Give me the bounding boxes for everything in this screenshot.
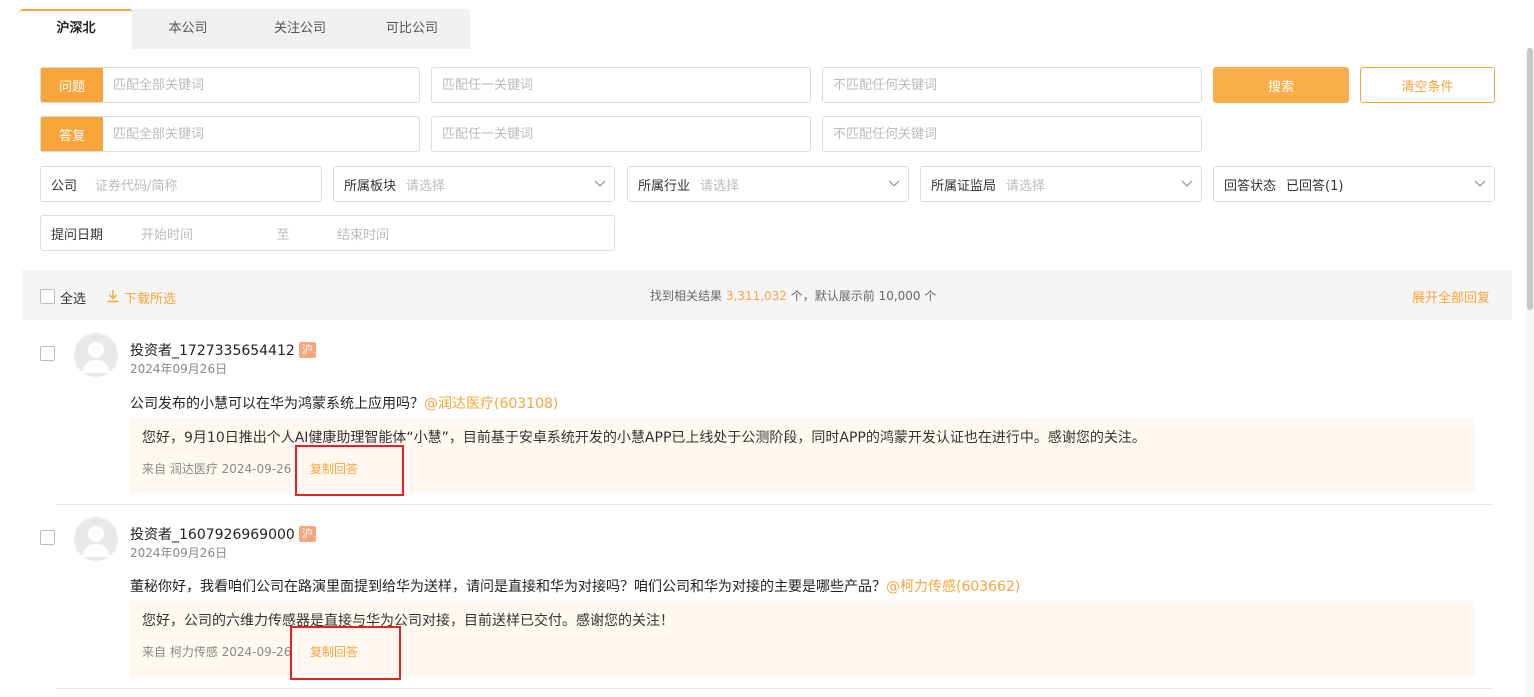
clear-conditions-button[interactable]: 清空条件 (1360, 67, 1495, 103)
question-text: 董秘你好，我看咱们公司在路演里面提到给华为送样，请问是直接和华为对接吗？咱们公司… (130, 576, 1020, 596)
download-icon (106, 289, 120, 307)
question-all-keywords-input[interactable] (103, 68, 419, 102)
chevron-down-icon (586, 180, 614, 188)
company-mention-link[interactable]: @柯力传感(603662) (886, 579, 1020, 595)
question-body: 公司发布的小慧可以在华为鸿蒙系统上应用吗？ (130, 396, 424, 412)
answer-source: 来自 柯力传感 2024-09-26 (142, 645, 292, 659)
investor-name[interactable]: 投资者_1727335654412 沪 (130, 340, 316, 360)
answer-status-select[interactable]: 回答状态 已回答(1) (1213, 166, 1495, 202)
regulator-placeholder: 请选择 (1006, 178, 1046, 194)
answer-text: 您好，公司的六维力传感器是直接与华为公司对接，目前送样已交付。感谢您的关注！ (142, 613, 674, 629)
sector-select[interactable]: 所属板块 请选择 (333, 166, 615, 202)
company-field[interactable]: 公司 证券代码/简称 (40, 166, 322, 202)
tab-own-company[interactable]: 本公司 (132, 9, 244, 49)
select-all-checkbox[interactable] (40, 289, 55, 304)
chevron-down-icon (1466, 180, 1494, 188)
result-count-suffix: 个，默认展示前 10,000 个 (790, 289, 937, 303)
answer-all-keywords-field: 答复 (40, 116, 420, 152)
date-start-input[interactable]: 开始时间 (103, 224, 233, 243)
question-exclude-keywords-input[interactable] (823, 68, 1201, 102)
question-tag: 问题 (41, 68, 103, 102)
highlight-box (290, 626, 401, 680)
market-badge: 沪 (298, 526, 316, 542)
expand-all-replies-link[interactable]: 展开全部回复 (1412, 287, 1490, 306)
answer-status-label: 回答状态 (1224, 178, 1277, 194)
result-count: 找到相关结果 3,311,032 个，默认展示前 10,000 个 (650, 287, 936, 304)
highlight-box (295, 445, 404, 496)
answer-source: 来自 润达医疗 2024-09-26 (142, 462, 292, 476)
company-label: 公司 (51, 178, 78, 194)
answer-tag: 答复 (41, 117, 103, 151)
investor-name-text: 投资者_1727335654412 (130, 343, 295, 359)
chevron-down-icon (880, 180, 908, 188)
sector-label: 所属板块 (344, 178, 397, 194)
market-badge: 沪 (298, 342, 316, 358)
answer-status-value: 已回答(1) (1286, 178, 1344, 194)
answer-all-keywords-input[interactable] (103, 117, 419, 151)
select-all-label[interactable]: 全选 (60, 288, 86, 307)
market-tabs: 沪深北 本公司 关注公司 可比公司 (20, 9, 470, 49)
answer-text: 您好，9月10日推出个人AI健康助理智能体“小慧”，目前基于安卓系统开发的小慧A… (142, 430, 1146, 446)
download-selected-button[interactable]: 下载所选 (106, 288, 176, 307)
question-exclude-keywords-field (822, 67, 1202, 103)
industry-select[interactable]: 所属行业 请选择 (627, 166, 909, 202)
date-label: 提问日期 (51, 227, 104, 243)
question-any-keywords-input[interactable] (432, 68, 810, 102)
industry-placeholder: 请选择 (700, 178, 740, 194)
item-checkbox[interactable] (40, 346, 55, 361)
item-divider (56, 688, 1493, 689)
investor-name-text: 投资者_1607926969000 (130, 527, 295, 543)
company-input[interactable]: 证券代码/简称 (77, 175, 321, 194)
question-any-keywords-field (431, 67, 811, 103)
download-selected-label: 下载所选 (124, 292, 177, 307)
question-date: 2024年09月26日 (130, 546, 228, 560)
date-separator: 至 (276, 227, 290, 243)
answer-any-keywords-input[interactable] (432, 117, 810, 151)
chevron-down-icon (1173, 180, 1201, 188)
avatar (74, 517, 118, 561)
scrollbar-thumb[interactable] (1527, 48, 1533, 310)
regulator-select[interactable]: 所属证监局 请选择 (920, 166, 1202, 202)
tab-followed-companies[interactable]: 关注公司 (244, 9, 356, 49)
answer-exclude-keywords-field (822, 116, 1202, 152)
result-count-prefix: 找到相关结果 (650, 289, 723, 303)
question-all-keywords-field: 问题 (40, 67, 420, 103)
tab-comparable-companies[interactable]: 可比公司 (356, 9, 468, 49)
avatar (74, 333, 118, 377)
industry-label: 所属行业 (638, 178, 691, 194)
company-mention-link[interactable]: @润达医疗(603108) (424, 396, 558, 412)
investor-name[interactable]: 投资者_1607926969000 沪 (130, 524, 316, 544)
question-text: 公司发布的小慧可以在华为鸿蒙系统上应用吗？@润达医疗(603108) (130, 393, 558, 413)
question-date-range: 提问日期 开始时间 至 结束时间 (40, 215, 615, 251)
result-count-number: 3,311,032 (725, 289, 787, 303)
item-divider (56, 504, 1493, 505)
search-button[interactable]: 搜索 (1213, 67, 1349, 103)
regulator-label: 所属证监局 (931, 178, 997, 194)
answer-any-keywords-field (431, 116, 811, 152)
item-checkbox[interactable] (40, 530, 55, 545)
tab-hushenbei[interactable]: 沪深北 (20, 9, 132, 49)
sector-placeholder: 请选择 (406, 178, 446, 194)
date-end-input[interactable]: 结束时间 (333, 224, 614, 243)
question-body: 董秘你好，我看咱们公司在路演里面提到给华为送样，请问是直接和华为对接吗？咱们公司… (130, 579, 886, 595)
question-date: 2024年09月26日 (130, 362, 228, 376)
answer-exclude-keywords-input[interactable] (823, 117, 1201, 151)
